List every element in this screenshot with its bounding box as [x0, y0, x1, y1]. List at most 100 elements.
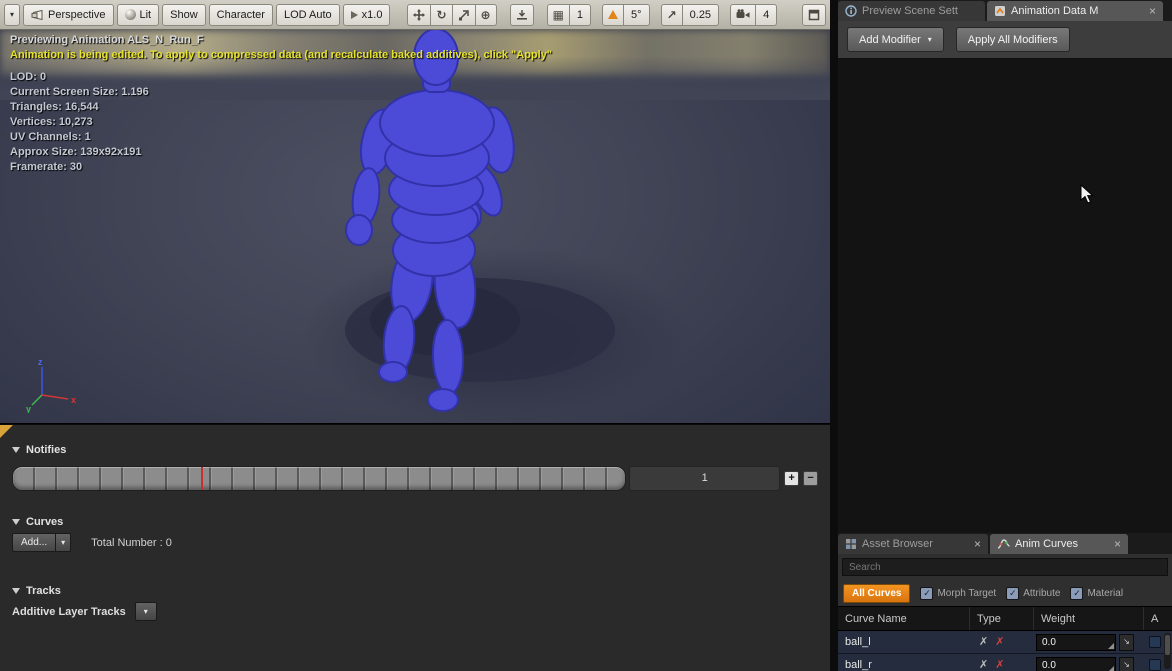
scale-snap-value-button[interactable]: 0.25: [683, 4, 719, 26]
curve-row-ball-l[interactable]: ball_l ✗ ✗ 0.0 ↘: [838, 631, 1172, 654]
notifies-title: Notifies: [26, 444, 66, 456]
grid-snap-value: 1: [577, 9, 583, 21]
mouse-cursor: [1080, 184, 1096, 206]
add-curve-dropdown-button[interactable]: ▾: [56, 533, 71, 552]
grid-snap-button[interactable]: ▦: [547, 4, 570, 26]
rotation-snap-group: 5°: [602, 4, 650, 26]
tab-asset-browser[interactable]: Asset Browser ×: [838, 534, 988, 554]
anim-curves-icon: [997, 538, 1010, 550]
weight-input[interactable]: 0.0: [1036, 657, 1116, 671]
anim-timeline-panel: Notifies 1 + − Curves Add... ▾ Total Num…: [0, 424, 830, 671]
rotation-snap-value-button[interactable]: 5°: [624, 4, 650, 26]
add-notify-track-button[interactable]: +: [784, 471, 799, 486]
modifiers-toolbar: Add Modifier ▾ Apply All Modifiers: [838, 21, 1172, 59]
tracks-section-header[interactable]: Tracks: [12, 585, 61, 597]
curves-controls-row: Add... ▾ Total Number : 0: [12, 533, 172, 552]
camera-speed-button[interactable]: [730, 4, 756, 26]
maximize-viewport-button[interactable]: [802, 4, 826, 26]
camera-speed-value: 4: [763, 9, 769, 21]
curve-search-row: [838, 554, 1172, 580]
curve-name: ball_l: [838, 636, 970, 648]
add-curve-button[interactable]: Add...: [12, 533, 56, 552]
column-auto[interactable]: A: [1144, 607, 1172, 630]
notifies-section-header[interactable]: Notifies: [12, 444, 66, 456]
translate-icon: [413, 9, 425, 21]
timeline-corner-marker: [0, 425, 13, 438]
grid-snap-value-button[interactable]: 1: [570, 4, 591, 26]
tab-anim-curves[interactable]: Anim Curves ×: [990, 534, 1128, 554]
curve-type-cell: ✗ ✗: [970, 660, 1034, 671]
notifies-track-value: 1: [629, 466, 780, 491]
rotate-tool-button[interactable]: ↻: [431, 4, 452, 26]
curves-section-header[interactable]: Curves: [12, 516, 63, 528]
material-filter[interactable]: ✓ Material: [1070, 587, 1123, 600]
column-type[interactable]: Type: [970, 607, 1034, 630]
scale-tool-button[interactable]: [453, 4, 476, 26]
column-curve-name[interactable]: Curve Name: [838, 607, 970, 630]
scrollbar-thumb[interactable]: [1165, 635, 1170, 655]
auto-checkbox[interactable]: [1149, 636, 1161, 648]
close-icon[interactable]: ×: [1149, 5, 1156, 17]
close-icon[interactable]: ×: [1114, 538, 1121, 550]
tab-preview-scene-settings[interactable]: Preview Scene Sett: [838, 1, 985, 21]
morph-target-checkbox[interactable]: ✓: [920, 587, 933, 600]
rotation-snap-button[interactable]: [602, 4, 624, 26]
perspective-button[interactable]: Perspective: [23, 4, 113, 26]
coordinate-system-button[interactable]: ⊕: [476, 4, 497, 26]
tab-label: Animation Data M: [1011, 5, 1141, 17]
chevron-down-icon: ▾: [928, 36, 932, 44]
right-bottom-dock: Asset Browser × Anim Curves × All Curves…: [838, 533, 1172, 671]
apply-all-modifiers-button[interactable]: Apply All Modifiers: [956, 27, 1070, 52]
scale-snap-value: 0.25: [690, 9, 711, 21]
animation-editor-window: ▾ Perspective Lit Show Character LOD Aut…: [0, 0, 1172, 671]
lit-label: Lit: [140, 9, 152, 21]
material-checkbox[interactable]: ✓: [1070, 587, 1083, 600]
notifies-track[interactable]: [12, 466, 626, 491]
expander-icon: [12, 447, 20, 453]
remove-notify-track-button[interactable]: −: [803, 471, 818, 486]
morph-target-filter[interactable]: ✓ Morph Target: [920, 587, 996, 600]
morph-target-label: Morph Target: [937, 588, 996, 599]
camera-speed-value-button[interactable]: 4: [756, 4, 777, 26]
weight-expand-button[interactable]: ↘: [1119, 634, 1134, 651]
curve-filter-row: All Curves ✓ Morph Target ✓ Attribute ✓ …: [838, 580, 1172, 606]
attribute-checkbox[interactable]: ✓: [1006, 587, 1019, 600]
axis-y-label: y: [26, 404, 31, 413]
search-input[interactable]: [842, 558, 1168, 576]
curve-row-ball-r[interactable]: ball_r ✗ ✗ 0.0 ↘: [838, 654, 1172, 671]
weight-input[interactable]: 0.0: [1036, 634, 1116, 651]
lod-auto-button[interactable]: LOD Auto: [276, 4, 340, 26]
close-icon[interactable]: ×: [974, 538, 981, 550]
perspective-icon: [31, 9, 44, 21]
character-button[interactable]: Character: [209, 4, 273, 26]
translate-tool-button[interactable]: [407, 4, 431, 26]
additive-layer-tracks-dropdown[interactable]: ▾: [135, 602, 157, 621]
curve-type-cell: ✗ ✗: [970, 637, 1034, 648]
show-button[interactable]: Show: [162, 4, 206, 26]
curve-weight-cell: 0.0 ↘: [1034, 657, 1144, 671]
axis-z-label: z: [38, 357, 43, 367]
playback-speed-button[interactable]: x1.0: [343, 4, 391, 26]
expander-icon: [12, 588, 20, 594]
tab-animation-data-modifiers[interactable]: Animation Data M ×: [987, 1, 1163, 21]
scale-snap-group: ↗ 0.25: [661, 4, 719, 26]
surface-snap-button[interactable]: [510, 4, 534, 26]
material-off-icon: ✗: [995, 637, 1004, 648]
scale-snap-button[interactable]: ↗: [661, 4, 683, 26]
lit-button[interactable]: Lit: [117, 4, 160, 26]
auto-checkbox[interactable]: [1149, 659, 1161, 671]
curves-title: Curves: [26, 516, 63, 528]
viewport-options-button[interactable]: ▾: [4, 4, 20, 26]
column-weight[interactable]: Weight: [1034, 607, 1144, 630]
morph-target-off-icon: ✗: [979, 660, 988, 671]
material-label: Material: [1087, 588, 1123, 599]
all-curves-filter-button[interactable]: All Curves: [843, 584, 910, 603]
weight-expand-button[interactable]: ↘: [1119, 657, 1134, 671]
playhead[interactable]: [201, 467, 203, 490]
rotation-snap-icon: [608, 10, 618, 19]
add-modifier-button[interactable]: Add Modifier ▾: [847, 27, 944, 52]
3d-viewport[interactable]: z y x Previewing Animation ALS_N_Run_F A…: [0, 30, 830, 424]
drag-corner-icon: [1108, 666, 1114, 671]
attribute-filter[interactable]: ✓ Attribute: [1006, 587, 1060, 600]
table-scrollbar[interactable]: [1164, 633, 1171, 669]
